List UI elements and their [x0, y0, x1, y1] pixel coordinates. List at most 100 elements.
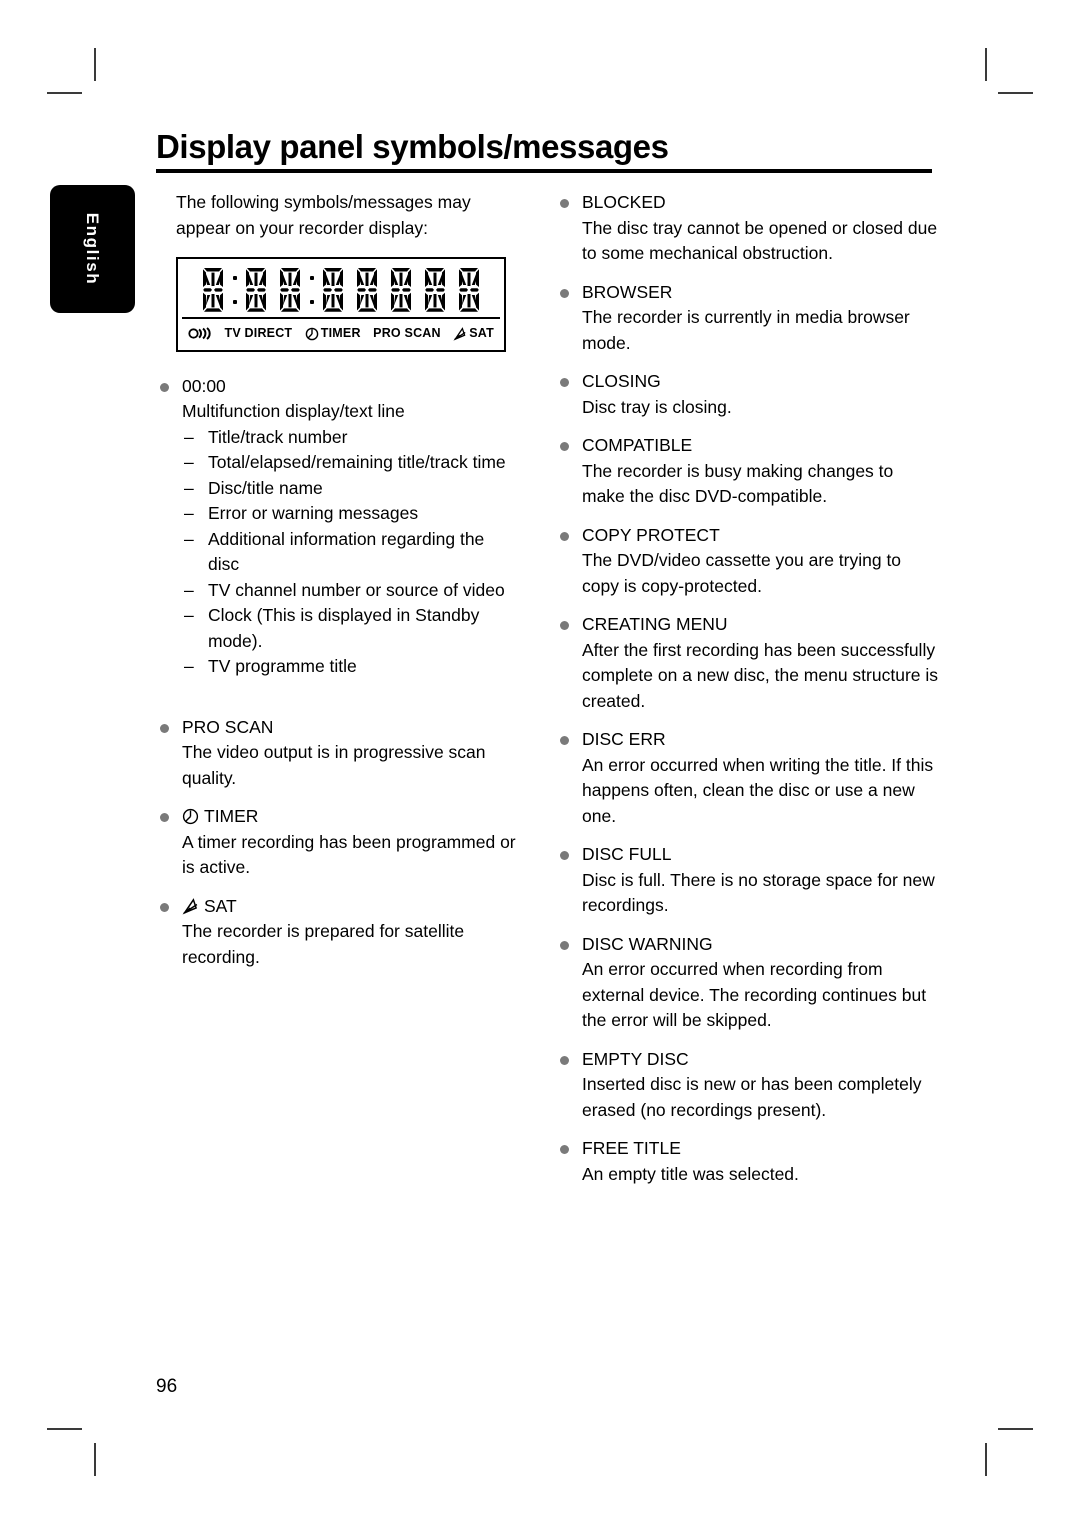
entry-term-label: DISC FULL — [582, 844, 672, 864]
list-item: DISC WARNING An error occurred when recor… — [556, 932, 938, 1034]
entry-term: BLOCKED — [556, 190, 938, 216]
list-item: PRO SCAN The video output is in progress… — [156, 715, 516, 792]
clock-icon — [182, 808, 199, 825]
list-item: SAT The recorder is prepared for satelli… — [156, 894, 516, 971]
display-label-tv-direct: TV DIRECT — [225, 321, 293, 347]
sublist-item: Clock (This is displayed in Standby mode… — [182, 603, 516, 654]
display-label-sat: SAT — [453, 321, 494, 347]
entry-description: Disc is full. There is no storage space … — [582, 869, 935, 916]
list-item: COPY PROTECT The DVD/video cassette you a… — [556, 523, 938, 600]
heading-rule — [156, 169, 932, 174]
intro-line-2: appear on your recorder display: — [176, 217, 428, 238]
list-item: 00:00 Multifunction display/text line Ti… — [156, 374, 516, 680]
list-item: DISC ERR An error occurred when writing t… — [556, 727, 938, 829]
entry-description: The recorder is prepared for satellite r… — [182, 921, 465, 967]
list-item: CLOSING Disc tray is closing. — [556, 369, 938, 420]
sublist-item: Total/elapsed/remaining title/track time — [182, 450, 516, 476]
entry-term: CREATING MENU — [556, 612, 938, 638]
display-label-timer: TIMER — [305, 321, 361, 347]
entry-term: DISC ERR — [556, 727, 938, 753]
page-title: Display panel symbols/messages — [156, 128, 669, 165]
crop-mark-bottom-right-horizontal — [998, 1428, 1033, 1430]
sublist-item: Title/track number — [182, 425, 516, 451]
power-standby-icon — [188, 327, 212, 341]
sublist-item: Disc/title name — [182, 476, 516, 502]
satellite-dish-icon — [182, 897, 199, 915]
display-label-pro-scan: PRO SCAN — [373, 321, 441, 347]
segment-character — [350, 267, 384, 313]
entry-description: The recorder is currently in media brows… — [582, 307, 910, 353]
entry-term: COMPATIBLE — [556, 433, 938, 459]
display-label-power — [188, 327, 212, 341]
crop-mark-top-left-horizontal — [47, 92, 82, 94]
entry-description: A timer recording has been programmed or… — [182, 831, 516, 878]
entry-term-label: DISC WARNING — [582, 933, 713, 954]
display-label-timer-text: TIMER — [320, 326, 361, 340]
display-panel-digits — [182, 265, 500, 317]
entry-term-label: COPY PROTECT — [582, 524, 720, 545]
display-label-sat-text: SAT — [469, 326, 494, 340]
entry-term-label: BLOCKED — [582, 192, 666, 212]
segment-character — [452, 267, 486, 313]
crop-mark-top-right-horizontal — [998, 92, 1033, 94]
entry-description: The DVD/video cassette you are trying to… — [582, 550, 902, 596]
intro-line-1: The following symbols/messages may — [176, 192, 471, 212]
list-item: CREATING MENU After the first recording h… — [556, 612, 938, 714]
entry-term: COPY PROTECT — [556, 523, 938, 549]
entry-term-label: 00:00 — [182, 375, 226, 396]
entry-description: After the first recording has been succe… — [582, 639, 939, 711]
entry-description: Disc tray is closing. — [582, 396, 732, 417]
entry-term-label: CLOSING — [582, 371, 661, 391]
entry-term-label: COMPATIBLE — [582, 435, 693, 455]
left-column: The following symbols/messages may appea… — [156, 190, 516, 983]
sublist-item: TV programme title — [182, 654, 516, 680]
page-number: 96 — [156, 1376, 178, 1397]
entry-term: EMPTY DISC — [556, 1047, 938, 1073]
entry-term-label: PRO SCAN — [182, 716, 274, 737]
entry-term: DISC FULL — [556, 842, 938, 868]
right-column: BLOCKED The disc tray cannot be opened or… — [556, 190, 938, 1200]
entry-term-label: TIMER — [204, 806, 259, 826]
entry-description: The recorder is busy making changes to m… — [582, 460, 894, 507]
sublist-item: Error or warning messages — [182, 501, 516, 527]
entry-description: Inserted disc is new or has been complet… — [582, 1074, 922, 1120]
entry-term: CLOSING — [556, 369, 938, 395]
segment-character — [384, 267, 418, 313]
entry-term: 00:00 — [156, 374, 516, 400]
crop-mark-top-left-vertical — [94, 48, 96, 81]
entry-term: DISC WARNING — [556, 932, 938, 958]
sublist-item: TV channel number or source of video — [182, 578, 516, 604]
list-item: DISC FULL Disc is full. There is no stora… — [556, 842, 938, 919]
language-tab: English — [50, 185, 135, 313]
entry-term: FREE TITLE — [556, 1136, 938, 1162]
segment-character — [196, 267, 230, 313]
entry-description: Multifunction display/text line — [182, 401, 405, 421]
entry-description: An error occurred when recording from ex… — [582, 959, 927, 1030]
sublist-item: Additional information regarding the dis… — [182, 527, 516, 578]
entry-term-label: FREE TITLE — [582, 1138, 681, 1158]
segment-character — [418, 267, 452, 313]
entry-sublist: Title/track numberTotal/elapsed/remainin… — [156, 425, 516, 680]
entry-term-label: DISC ERR — [582, 729, 666, 749]
segment-character — [239, 267, 273, 313]
segment-character — [316, 267, 350, 313]
list-item: EMPTY DISC Inserted disc is new or has be… — [556, 1047, 938, 1124]
crop-mark-top-right-vertical — [985, 48, 987, 81]
entry-term: PRO SCAN — [156, 715, 516, 741]
language-tab-label: English — [83, 212, 103, 286]
entry-description: The video output is in progressive scan … — [182, 742, 486, 788]
clock-icon — [305, 327, 319, 341]
display-label-tv-direct-text: TV DIRECT — [224, 326, 293, 340]
entry-description: An empty title was selected. — [582, 1163, 799, 1184]
entry-term: TIMER — [156, 804, 516, 830]
entry-term: BROWSER — [556, 280, 938, 306]
list-item: TIMER A timer recording has been program… — [156, 804, 516, 881]
segment-character — [273, 267, 307, 313]
page-heading: Display panel symbols/messages — [156, 128, 932, 174]
crop-mark-bottom-right-vertical — [985, 1443, 987, 1476]
entry-term-label: EMPTY DISC — [582, 1048, 689, 1069]
dot-separator-icon — [230, 270, 239, 310]
crop-mark-bottom-left-horizontal — [47, 1428, 82, 1430]
display-label-pro-scan-text: PRO SCAN — [373, 326, 441, 340]
